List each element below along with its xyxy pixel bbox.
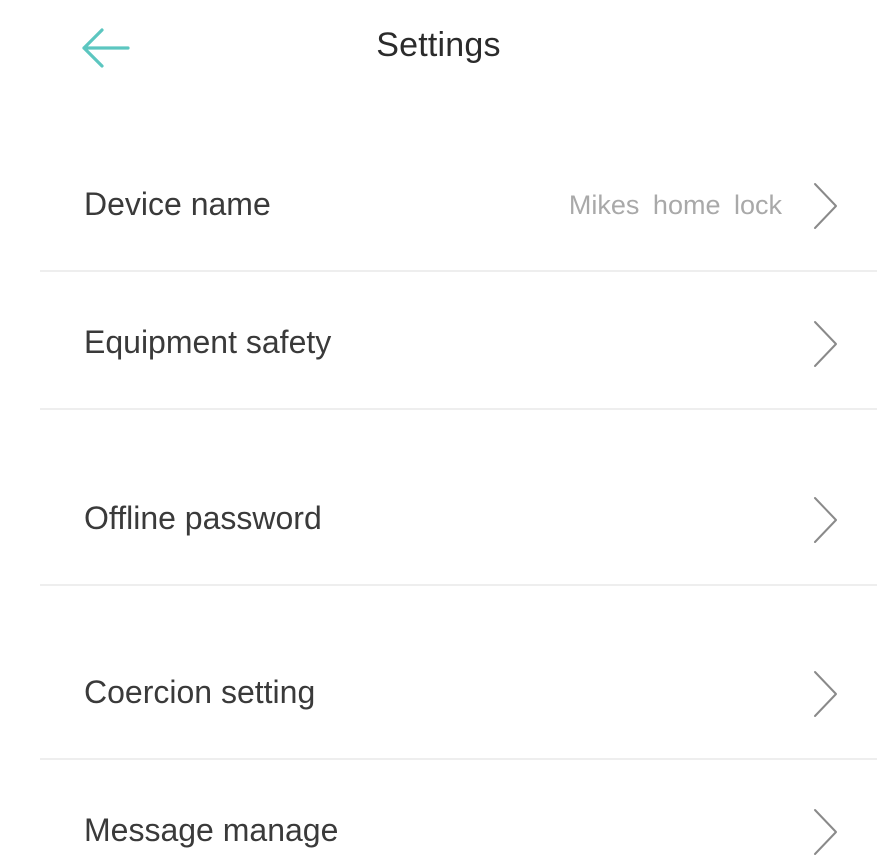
divider <box>40 584 877 586</box>
chevron-right-icon <box>810 318 840 370</box>
settings-item-offline-password[interactable]: Offline password <box>0 466 877 576</box>
settings-item-device-name[interactable]: Device name Mikes home lock <box>0 160 877 270</box>
settings-item-label: Device name <box>84 186 271 222</box>
chevron-right-icon <box>810 668 840 720</box>
settings-item-label: Coercion setting <box>84 674 316 710</box>
divider <box>40 408 877 410</box>
settings-item-equipment-safety[interactable]: Equipment safety <box>0 290 877 400</box>
divider <box>40 758 877 760</box>
chevron-right-icon <box>810 494 840 546</box>
device-name-value: Mikes home lock <box>568 190 782 220</box>
settings-item-coercion-setting[interactable]: Coercion setting <box>0 640 877 750</box>
settings-item-label: Message manage <box>84 812 339 848</box>
divider <box>40 270 877 272</box>
top-bar: Settings <box>0 0 877 100</box>
settings-item-label: Equipment safety <box>84 324 332 360</box>
page-title: Settings <box>376 26 501 64</box>
chevron-right-icon <box>810 180 840 232</box>
settings-item-label: Offline password <box>84 500 322 536</box>
settings-item-message-manage[interactable]: Message manage <box>0 776 877 857</box>
chevron-right-icon <box>810 806 840 858</box>
